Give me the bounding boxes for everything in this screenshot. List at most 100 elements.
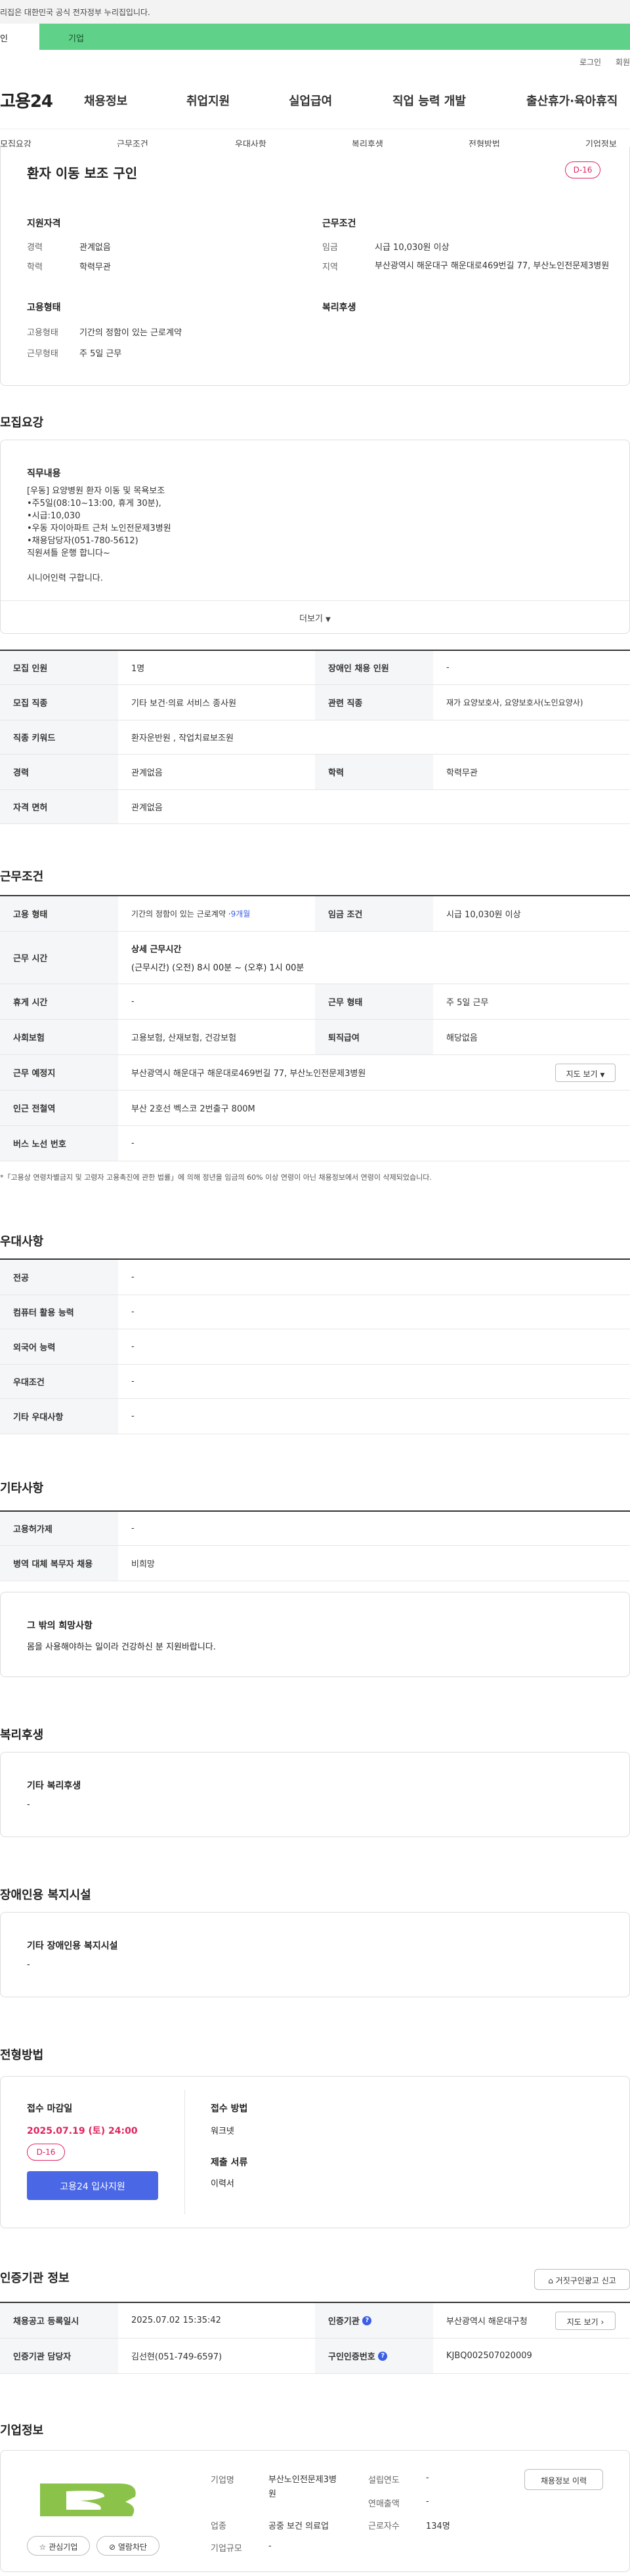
- table-row: 외국어 능력 -: [0, 1329, 630, 1365]
- star-icon: ☆: [39, 2543, 47, 2552]
- job-summary-card: 환자 이동 보조 구인 D-16 지원자격 경력 관계없음 학력 학력무관 고용…: [0, 147, 630, 386]
- table-value: -: [131, 1411, 135, 1421]
- wage-label: 임금: [322, 243, 338, 253]
- site-logo[interactable]: 고용24: [0, 88, 53, 112]
- table-row: 우대조건 -: [0, 1365, 630, 1399]
- table-value: 기타 보건·의료 서비스 종사원: [131, 699, 237, 709]
- table-value: -: [131, 1138, 135, 1148]
- recruit-history-button[interactable]: 채용정보 이력: [524, 2469, 603, 2490]
- detail-time-title: 상세 근무시간: [131, 945, 182, 955]
- table-header: 경력: [0, 755, 118, 789]
- global-nav: 고용24 채용정보 취업지원 실업급여 직업 능력 개발 출산휴가·육아휴직: [0, 84, 630, 117]
- table-row: 고용허가제 -: [0, 1512, 630, 1546]
- table-row: 경력 관계없음 학력 학력무관: [0, 755, 630, 790]
- info-icon[interactable]: ?: [362, 2316, 372, 2325]
- founded-label: 설립연도: [368, 2476, 400, 2485]
- table-row: 버스 노선 번호 -: [0, 1126, 630, 1161]
- duty-line: [27, 560, 171, 572]
- cert-org-label: 인증기관: [328, 2317, 360, 2327]
- login-link[interactable]: 로그인: [579, 58, 601, 67]
- method-heading: 접수 방법: [211, 2104, 248, 2114]
- dday-badge: D-16: [565, 161, 600, 178]
- table-value: 기간의 정함이 있는 근로계약 · 9개월: [131, 896, 250, 931]
- work-form-value: 주 5일 근무: [79, 349, 122, 359]
- table-value: -: [131, 1272, 135, 1282]
- table-value: 고용보험, 산재보험, 건강보험: [131, 1033, 237, 1043]
- company-name-label: 기업명: [211, 2476, 234, 2485]
- apply-button[interactable]: 고용24 입사지원: [27, 2171, 158, 2200]
- hope-card: 그 밖의 희망사항 몸을 사용해야하는 일이라 건강하신 분 지원바랍니다.: [0, 1592, 630, 1677]
- region-value: 부산광역시 해운대구 해운대로469번길 77, 부산노인전문제3병원: [375, 261, 610, 271]
- employment-type-text: 기간의 정함이 있는 근로계약 ·: [131, 909, 231, 919]
- contract-months: 9개월: [230, 909, 251, 919]
- sales-value: -: [426, 2497, 429, 2506]
- table-header: 채용공고 등록일시: [0, 2303, 118, 2338]
- table-header: 장애인 채용 인원: [315, 651, 433, 684]
- table-row: 휴게 시간 - 근무 형태 주 5일 근무: [0, 984, 630, 1020]
- education-label: 학력: [27, 262, 43, 272]
- welfare-card: 기타 복리후생 -: [0, 1752, 630, 1837]
- table-header: 자격 면허: [0, 790, 118, 823]
- map-view-button[interactable]: 지도 보기 ▼: [555, 1064, 616, 1082]
- table-row: 병역 대체 복무자 채용 비희망: [0, 1546, 630, 1581]
- utility-menu: 로그인 회원: [568, 56, 630, 68]
- gnb-vocational-training[interactable]: 직업 능력 개발: [392, 92, 466, 109]
- duty-heading: 직무내용: [27, 468, 61, 479]
- welfare-heading: 복리후생: [322, 302, 356, 313]
- block-view-button[interactable]: ⊘ 열람차단: [96, 2536, 159, 2556]
- employees-value: 134명: [426, 2522, 450, 2531]
- pref-section-title: 우대사항: [0, 1235, 44, 1249]
- gnb-employment-support[interactable]: 취업지원: [186, 92, 230, 109]
- table-header: 휴게 시간: [0, 984, 118, 1019]
- table-header: 모집 직종: [0, 685, 118, 720]
- detail-time-value: (근무시간) (오전) 8시 00분 ~ (오후) 1시 00분: [131, 963, 304, 973]
- table-header: 학력: [315, 755, 433, 789]
- table-header: 병역 대체 복무자 채용: [0, 1546, 118, 1581]
- false-ad-report-button[interactable]: ⌂ 거짓구인광고 신고: [534, 2269, 630, 2290]
- gnb-job-info[interactable]: 채용정보: [84, 92, 127, 109]
- table-row: 사회보험 고용보험, 산재보험, 건강보험 퇴직급여 해당없음: [0, 1020, 630, 1055]
- employment-heading: 고용형태: [27, 302, 61, 313]
- work-form-label: 근무형태: [27, 349, 58, 359]
- duty-line: 시니어인력 구합니다.: [27, 573, 103, 583]
- job-title: 환자 이동 보조 구인: [27, 165, 138, 181]
- table-value: 관계없음: [131, 768, 163, 778]
- table-header: 인증기관 ?: [315, 2303, 433, 2338]
- disabled-section-title: 장애인용 복지시설: [0, 1888, 91, 1902]
- table-header: 근무 형태: [315, 984, 433, 1019]
- tab-person[interactable]: 인: [0, 24, 39, 50]
- user-type-tabs: 인 기업: [0, 24, 630, 50]
- table-value: -: [131, 1307, 135, 1317]
- gov-notice-text: 리집은 대한민국 공식 전자정부 누리집입니다.: [0, 8, 150, 17]
- table-header: 관련 직종: [315, 685, 433, 720]
- table-value: -: [131, 997, 135, 1007]
- welfare-section-title: 복리후생: [0, 1728, 44, 1742]
- table-value: 환자운반원 , 작업치료보조원: [131, 734, 234, 743]
- duty-line: •시급:10,030: [27, 511, 81, 521]
- industry-label: 업종: [211, 2522, 226, 2531]
- career-value: 관계없음: [79, 243, 111, 253]
- table-value: -: [446, 663, 450, 673]
- table-header: 외국어 능력: [0, 1329, 118, 1364]
- table-value: 재가 요양보호사, 요양보호사(노인요양사): [446, 698, 583, 707]
- table-value: KJBQ002507020009: [446, 2351, 532, 2361]
- cert-map-button[interactable]: 지도 보기 ›: [555, 2312, 616, 2330]
- docs-heading: 제출 서류: [211, 2157, 248, 2168]
- cert-no-label: 구인인증번호: [328, 2352, 375, 2362]
- table-value: -: [131, 1377, 135, 1386]
- gnb-parental-leave[interactable]: 출산휴가·육아휴직: [526, 92, 618, 109]
- duty-line: 직원셔틀 운행 합니다~: [27, 549, 110, 558]
- company-size-label: 기업규모: [211, 2544, 242, 2554]
- cert-section-title: 인증기관 정보: [0, 2272, 70, 2285]
- favorite-company-button[interactable]: ☆ 관심기업: [27, 2536, 90, 2556]
- table-header: 고용 형태: [0, 896, 118, 931]
- table-header: 전공: [0, 1260, 118, 1295]
- gov-notice-bar: 리집은 대한민국 공식 전자정부 누리집입니다.: [0, 0, 630, 24]
- welfare-card-heading: 기타 복리후생: [27, 1781, 81, 1791]
- tab-company[interactable]: 기업: [39, 24, 630, 50]
- gnb-unemployment-benefit[interactable]: 실업급여: [289, 92, 332, 109]
- info-icon[interactable]: ?: [378, 2351, 388, 2361]
- join-link[interactable]: 회원: [616, 58, 630, 67]
- wage-value: 시급 10,030원 이상: [375, 243, 450, 253]
- more-button[interactable]: 더보기 ▼: [1, 600, 629, 633]
